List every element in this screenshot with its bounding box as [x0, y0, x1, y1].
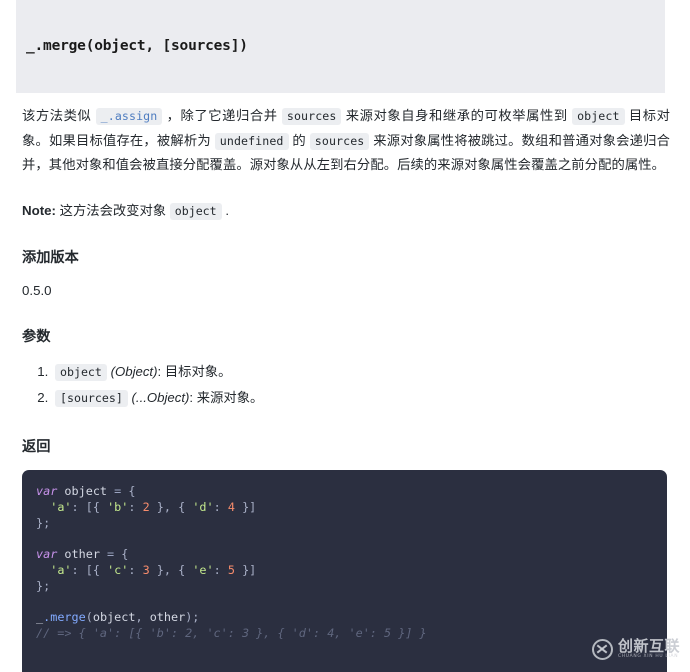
example-code-text: var object = { 'a': [{ 'b': 2 }, { 'd': …	[22, 470, 667, 642]
method-signature-panel: _.merge(object, [sources])	[16, 0, 665, 93]
code-token: object	[64, 484, 108, 498]
code-token: object	[92, 610, 136, 625]
code-token: :	[71, 499, 86, 514]
code-token: {	[121, 547, 129, 562]
code-token: (	[85, 610, 93, 625]
method-description: 该方法类似 _.assign ，除了它递归合并 sources 来源对象自身和继…	[22, 104, 670, 178]
param-type: (...Object)	[131, 389, 190, 405]
param-name-code: object	[55, 363, 107, 381]
code-token: );	[185, 610, 200, 625]
code-token: other	[149, 610, 186, 625]
code-chip-undefined: undefined	[214, 132, 289, 150]
code-token: 'd'	[192, 499, 214, 514]
code-token: }]	[234, 499, 257, 514]
code-token: [{	[85, 562, 108, 577]
code-chip-note-object: object	[169, 202, 222, 220]
code-token: }, {	[149, 499, 193, 514]
code-token: ,	[135, 610, 150, 625]
code-token: other	[64, 547, 100, 562]
code-token: var	[36, 484, 65, 498]
code-token: 3	[142, 562, 150, 577]
code-token: 'a'	[50, 562, 72, 577]
assign-link[interactable]: _.assign	[95, 108, 163, 125]
code-token: 5	[227, 562, 235, 577]
desc-segment-3: 来源对象自身和继承的可枚举属性到	[341, 108, 573, 123]
desc-segment-5: 的	[288, 132, 310, 148]
code-token: 4	[227, 499, 235, 514]
code-token: }]	[234, 562, 257, 577]
note-text-before: 这方法会改变对象	[55, 202, 170, 218]
code-token: :	[213, 499, 228, 514]
code-token: =	[99, 547, 122, 562]
note-paragraph: Note: 这方法会改变对象 object .	[22, 200, 670, 222]
example-code-block[interactable]: var object = { 'a': [{ 'b': 2 }, { 'd': …	[22, 470, 667, 672]
code-chip-sources-1: sources	[281, 108, 342, 125]
param-name-code: [sources]	[55, 389, 128, 407]
code-token: :	[128, 562, 143, 577]
section-heading-returns: 返回	[22, 438, 51, 455]
code-token: };	[36, 515, 51, 530]
params-list: object (Object): 目标对象。 [sources] (...Obj…	[22, 359, 670, 411]
param-item: [sources] (...Object): 来源对象。	[52, 385, 670, 411]
code-token: :	[71, 562, 86, 577]
method-signature: _.merge(object, [sources])	[26, 38, 248, 54]
code-token: 2	[142, 499, 150, 514]
code-token: 'e'	[192, 562, 214, 577]
doc-page: _.merge(object, [sources]) 该方法类似 _.assig…	[0, 0, 690, 672]
code-chip-object-1: object	[572, 108, 625, 125]
section-heading-since: 添加版本	[22, 249, 79, 266]
code-token: {	[128, 484, 136, 498]
code-token: };	[36, 578, 51, 593]
code-token: var	[36, 547, 65, 562]
code-token: :	[128, 499, 143, 514]
note-label: Note:	[22, 202, 56, 218]
param-desc: : 目标对象。	[157, 363, 232, 379]
code-token: 'b'	[107, 499, 129, 514]
param-item: object (Object): 目标对象。	[52, 359, 670, 385]
code-chip-sources-2: sources	[309, 132, 370, 150]
code-token: }, {	[149, 562, 193, 577]
code-token: :	[213, 562, 228, 577]
code-token: // => { 'a': [{ 'b': 2, 'c': 3 }, { 'd':…	[36, 626, 427, 641]
section-heading-params: 参数	[22, 328, 51, 345]
desc-segment-1: 该方法类似	[22, 108, 96, 123]
code-token: [{	[85, 499, 108, 514]
code-token: 'c'	[107, 562, 129, 577]
desc-segment-2: ，除了它递归合并	[162, 108, 282, 123]
param-type: (Object)	[110, 363, 158, 379]
note-text-after: .	[221, 202, 230, 218]
code-token: .merge	[43, 610, 86, 625]
code-token: =	[107, 484, 129, 498]
since-version-value: 0.5.0	[22, 282, 52, 298]
code-token: 'a'	[50, 499, 72, 514]
param-desc: : 来源对象。	[189, 389, 264, 405]
